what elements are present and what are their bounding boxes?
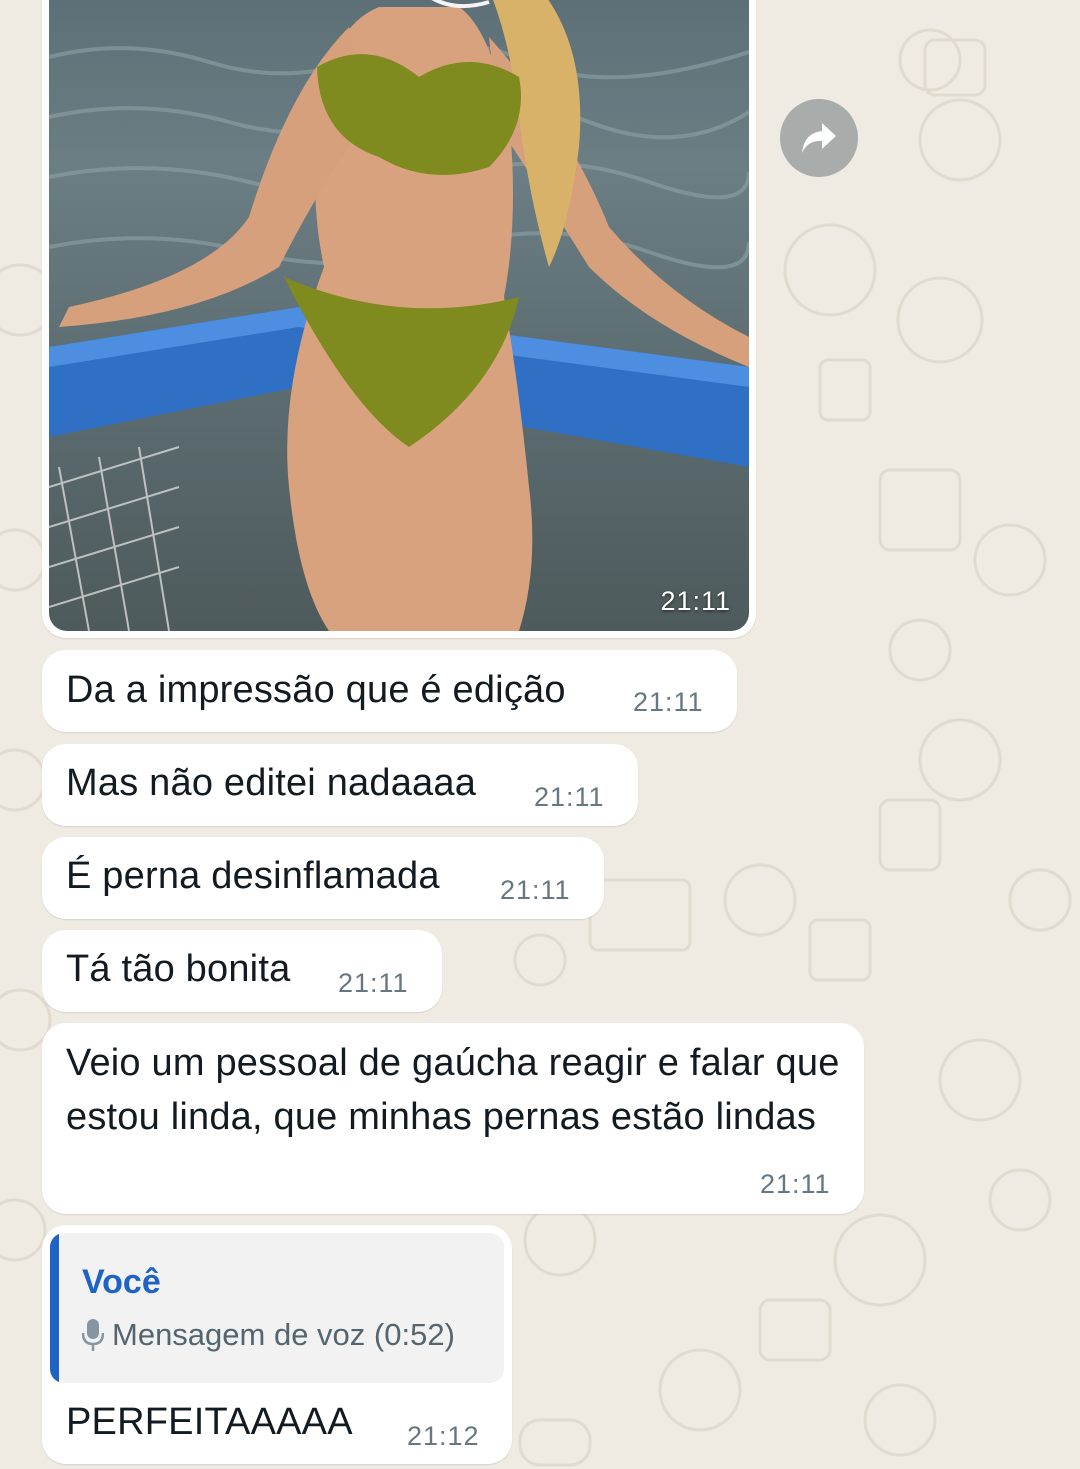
message-text: Veio um pessoal de gaúcha reagir e falar… xyxy=(66,1042,840,1138)
message-text: PERFEITAAAAA xyxy=(66,1401,353,1443)
message-bubble[interactable]: É perna desinflamada 21:11 xyxy=(42,837,604,919)
forward-arrow-icon xyxy=(802,123,836,153)
message-time: 21:11 xyxy=(760,1169,831,1199)
message-time: 21:11 xyxy=(500,875,571,905)
message-time: 21:12 xyxy=(407,1421,480,1451)
message-bubble[interactable]: Tá tão bonita 21:11 xyxy=(42,930,442,1012)
quote-accent-bar xyxy=(50,1233,59,1383)
message-bubble[interactable]: Da a impressão que é edição 21:11 xyxy=(42,650,737,732)
microphone-icon xyxy=(82,1319,104,1351)
quoted-voice-message: Mensagem de voz (0:52) xyxy=(82,1317,455,1353)
message-time: 21:11 xyxy=(660,586,731,616)
image-message-bubble[interactable]: 21:11 xyxy=(42,0,756,638)
reply-message-bubble[interactable]: Você Mensagem de voz (0:52) PERFEITAAAAA… xyxy=(42,1225,512,1464)
forward-button[interactable] xyxy=(780,99,858,177)
photo-attachment[interactable]: 21:11 xyxy=(49,0,749,631)
message-time: 21:11 xyxy=(534,782,605,812)
message-time: 21:11 xyxy=(633,687,704,717)
quote-author: Você xyxy=(82,1263,161,1301)
message-text: Da a impressão que é edição xyxy=(66,669,566,711)
message-text: Mas não editei nadaaaa xyxy=(66,762,477,804)
message-time: 21:11 xyxy=(338,968,409,998)
message-text: É perna desinflamada xyxy=(66,855,440,897)
message-bubble[interactable]: Veio um pessoal de gaúcha reagir e falar… xyxy=(42,1023,864,1214)
photo-illustration xyxy=(49,0,749,631)
quote-text: Mensagem de voz (0:52) xyxy=(112,1317,455,1352)
message-bubble[interactable]: Mas não editei nadaaaa 21:11 xyxy=(42,744,638,826)
quoted-message[interactable]: Você Mensagem de voz (0:52) xyxy=(50,1233,504,1383)
message-text: Tá tão bonita xyxy=(66,948,291,990)
